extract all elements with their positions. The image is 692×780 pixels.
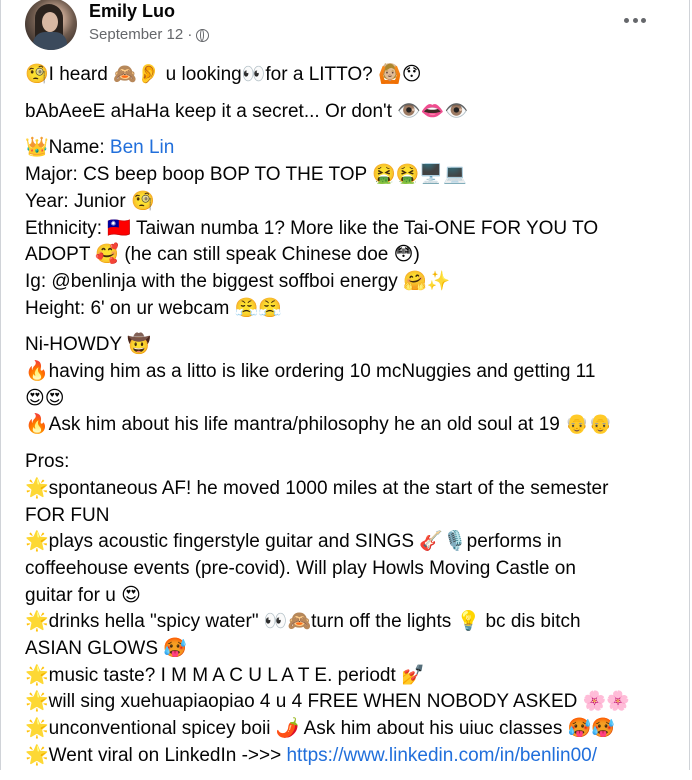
post-text-line: 🌟will sing xuehuapiaopiao 4 u 4 FREE WHE…	[25, 691, 630, 713]
post-text-line: Ni-HOWDY 🤠	[25, 334, 151, 356]
linkedin-line: 🌟Went viral on LinkedIn ->>> https://www…	[25, 744, 597, 766]
post-text-line: 🧐I heard 🙈👂 u looking👀for a LITTO? 🙆🏼😯	[25, 64, 422, 85]
secret-paragraph: bAbAeeE aHaHa keep it a secret... Or don…	[25, 99, 665, 126]
post-text-line: 😍😍	[25, 387, 65, 409]
post-text-line: ASIAN GLOWS 🥵	[25, 638, 187, 660]
info-paragraph: 👑Name: Ben Lin Major: CS beep boop BOP T…	[25, 135, 665, 322]
post-text-line: Height: 6' on ur webcam 😤😤	[25, 297, 282, 319]
name-line: 👑Name: Ben Lin	[25, 137, 175, 159]
post-text-line: ADOPT 🥰 (he can still speak Chinese doe …	[25, 244, 420, 266]
post-header: Emily Luo September 12 ·	[25, 0, 665, 52]
post-text-line: Ig: @benlinja with the biggest soffboi e…	[25, 270, 451, 292]
post-text-line: Major: CS beep boop BOP TO THE TOP 🤮🤮🖥️💻	[25, 164, 467, 186]
intro-paragraph: 🧐I heard 🙈👂 u looking👀for a LITTO? 🙆🏼😯	[25, 62, 665, 89]
post-body: 🧐I heard 🙈👂 u looking👀for a LITTO? 🙆🏼😯 b…	[25, 62, 665, 780]
pros-paragraph: Pros: 🌟spontaneous AF! he moved 1000 mil…	[25, 449, 665, 769]
post-text-line: Ethnicity: 🇹🇼 Taiwan numba 1? More like …	[25, 217, 599, 239]
linkedin-link[interactable]: https://www.linkedin.com/in/benlin00/	[286, 745, 597, 766]
post-text-line: 🌟spontaneous AF! he moved 1000 miles at …	[25, 477, 609, 499]
author-name[interactable]: Emily Luo	[89, 0, 175, 22]
public-globe-icon[interactable]	[196, 28, 210, 42]
mentioned-profile-link[interactable]: Ben Lin	[110, 137, 174, 158]
post-date[interactable]: September 12 ·	[89, 26, 192, 44]
post-text-line: 🌟drinks hella "spicy water" 👀🙈turn off t…	[25, 611, 581, 633]
post-text-line: 🌟plays acoustic fingerstyle guitar and S…	[25, 531, 562, 553]
howdy-paragraph: Ni-HOWDY 🤠 🔥having him as a litto is lik…	[25, 332, 665, 439]
more-options-icon[interactable]	[621, 10, 649, 30]
post-text-line: 🌟music taste? I M M A C U L A T E. perio…	[25, 664, 425, 686]
author-avatar[interactable]	[25, 0, 77, 50]
post-text-line: FOR FUN	[25, 504, 110, 526]
facebook-post: Emily Luo September 12 · 🧐I heard 🙈👂 u l…	[0, 0, 690, 770]
pros-title: Pros:	[25, 451, 70, 473]
post-text-line: bAbAeeE aHaHa keep it a secret... Or don…	[25, 100, 469, 122]
post-text-line: 🔥having him as a litto is like ordering …	[25, 361, 596, 383]
post-text-line: 🌟unconventional spicey boii 🌶️ Ask him a…	[25, 718, 615, 740]
post-text-line: coffeehouse events (pre-covid). Will pla…	[25, 557, 576, 579]
post-meta: September 12 ·	[89, 26, 210, 44]
post-text-line: 🔥Ask him about his life mantra/philosoph…	[25, 414, 613, 436]
post-text-line: guitar for u 😍	[25, 584, 141, 606]
post-text-line: Year: Junior 🧐	[25, 190, 155, 212]
